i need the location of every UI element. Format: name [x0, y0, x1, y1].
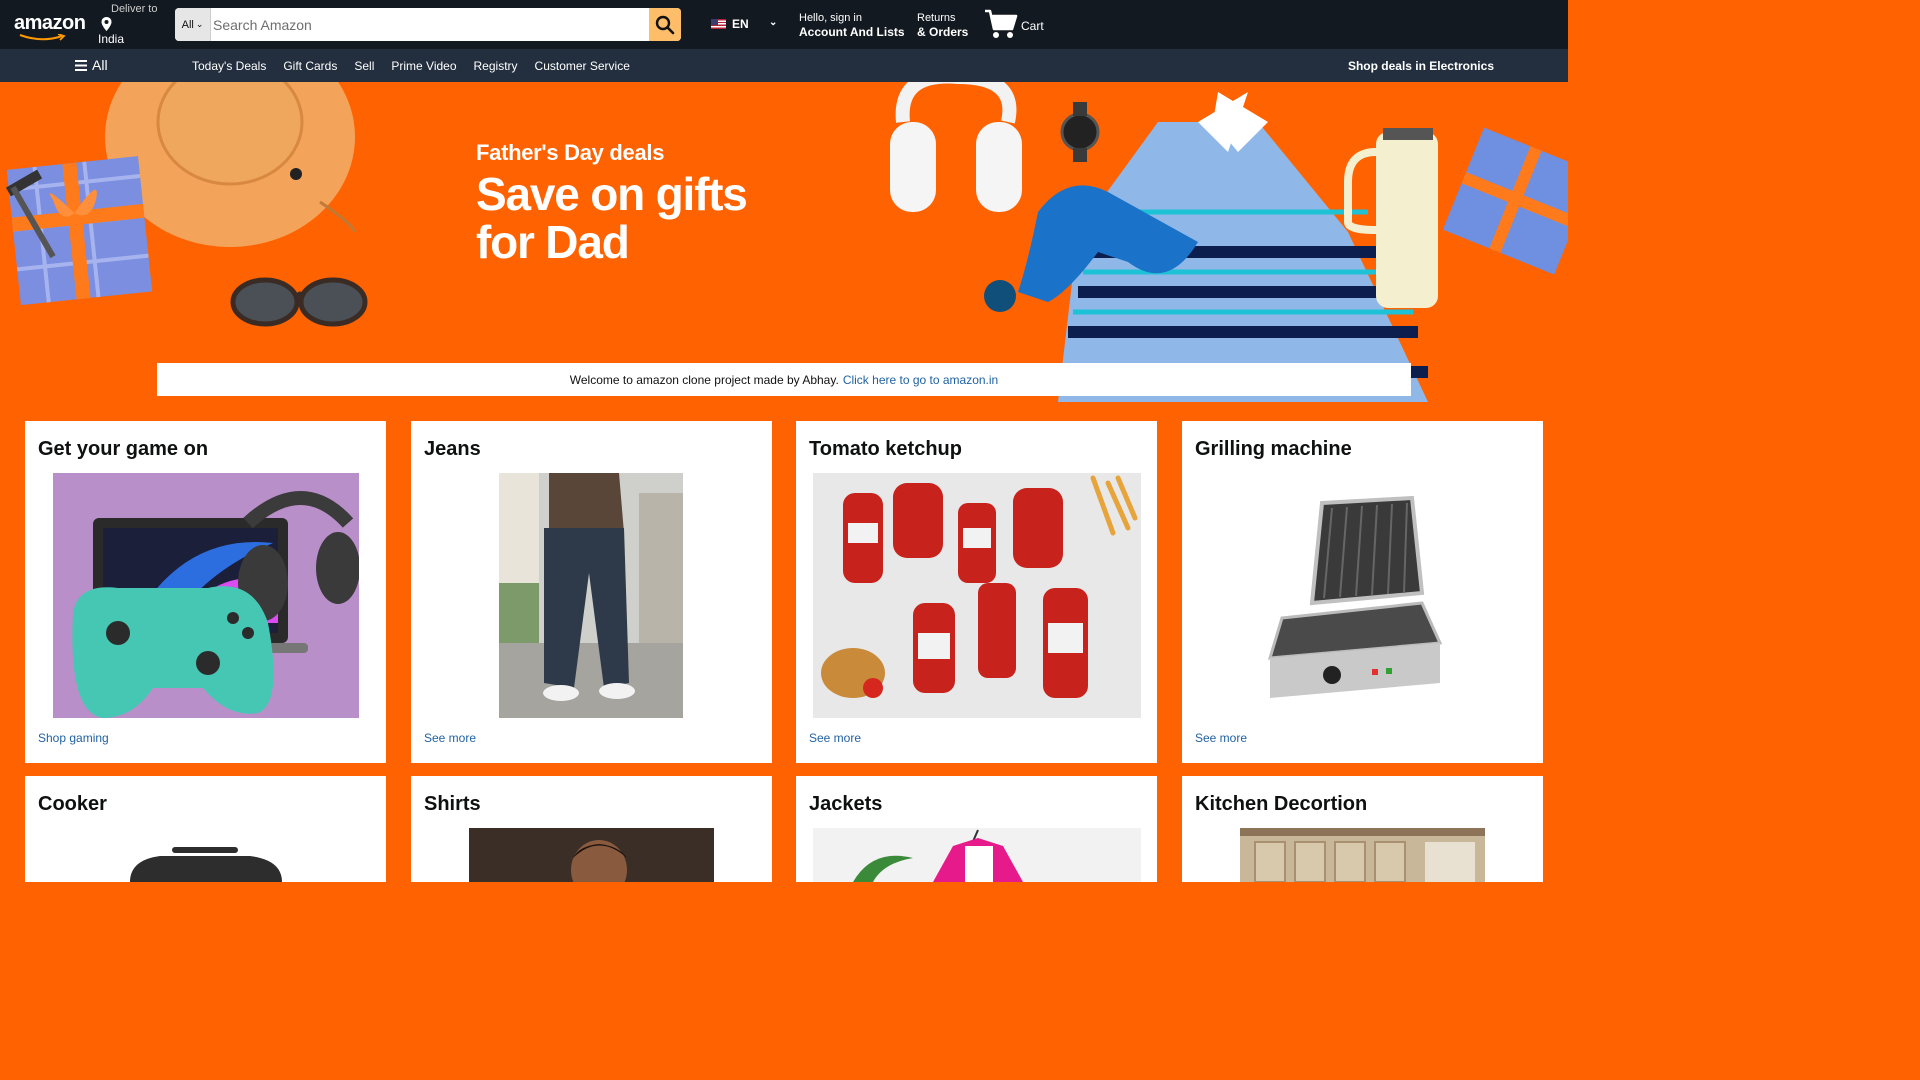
card-title: Grilling machine: [1195, 438, 1352, 460]
amazon-logo[interactable]: amazon: [14, 12, 86, 41]
returns-orders[interactable]: Returns & Orders: [917, 11, 968, 40]
account-label: Account And Lists: [799, 25, 905, 39]
account-menu[interactable]: Hello, sign in Account And Lists: [799, 11, 905, 40]
card-title: Jeans: [424, 438, 481, 460]
logo-text: amazon: [14, 12, 86, 34]
search-bar: All ⌄: [175, 8, 681, 41]
cart-icon: [985, 9, 1018, 38]
hero-gifts-left-image: [5, 82, 368, 327]
sub-nav: All Today's Deals Gift Cards Sell Prime …: [0, 49, 1568, 82]
us-flag-icon: [711, 19, 726, 29]
card-gaming-image[interactable]: [53, 473, 359, 718]
card-jeans-image[interactable]: [499, 473, 683, 718]
card-kitchen-image[interactable]: [1240, 828, 1485, 882]
card-ketchup-image[interactable]: [813, 473, 1141, 718]
card-title: Kitchen Decortion: [1195, 793, 1368, 815]
deliver-to[interactable]: Deliver to India: [98, 3, 158, 46]
hero-subtitle: Father's Day deals: [476, 140, 665, 165]
card-shirts-image[interactable]: [469, 828, 714, 882]
returns-label: Returns: [917, 12, 956, 24]
card-jeans[interactable]: Jeans See more: [411, 421, 772, 763]
subnav-link-registry[interactable]: Registry: [474, 59, 518, 73]
language-label: EN: [732, 17, 749, 31]
card-title: Shirts: [424, 793, 481, 815]
see-more-link[interactable]: See more: [809, 731, 861, 745]
subnav-link-customer-service[interactable]: Customer Service: [535, 59, 630, 73]
card-jackets-image[interactable]: [813, 828, 1141, 882]
card-grilling-machine[interactable]: Grilling machine See more: [1182, 421, 1543, 763]
card-title: Get your game on: [38, 438, 209, 460]
card-tomato-ketchup[interactable]: Tomato ketchup See more: [796, 421, 1157, 763]
card-shirts[interactable]: Shirts: [411, 776, 772, 882]
card-kitchen-decoration[interactable]: Kitchen Decortion: [1182, 776, 1543, 882]
location-pin-icon: [101, 17, 112, 31]
deliver-country: India: [98, 32, 125, 46]
account-greeting: Hello, sign in: [799, 12, 862, 24]
top-nav: amazon Deliver to India All ⌄ EN ⌄: [0, 0, 1568, 49]
search-icon: [655, 15, 675, 34]
all-menu-button[interactable]: All: [75, 57, 108, 73]
logo-smile-icon: [19, 34, 66, 41]
hero-title-line1: Save on gifts: [476, 168, 748, 220]
hamburger-icon: [75, 59, 87, 71]
search-category-select[interactable]: All ⌄: [175, 8, 211, 41]
card-jackets[interactable]: Jackets: [796, 776, 1157, 882]
welcome-text: Welcome to amazon clone project made by …: [569, 372, 839, 387]
amazon-in-link[interactable]: Click here to go to amazon.in: [843, 373, 998, 387]
cart-label: Cart: [1021, 19, 1044, 33]
search-input[interactable]: [211, 8, 649, 41]
search-button[interactable]: [649, 8, 681, 41]
language-selector[interactable]: EN ⌄: [711, 17, 777, 31]
card-title: Tomato ketchup: [809, 438, 962, 460]
hero-gifts-right-image: [890, 82, 1568, 402]
subnav-links: Today's Deals Gift Cards Sell Prime Vide…: [192, 59, 630, 73]
subnav-link-prime-video[interactable]: Prime Video: [391, 59, 456, 73]
cart-button[interactable]: Cart: [984, 8, 1044, 40]
subnav-link-gift-cards[interactable]: Gift Cards: [283, 59, 337, 73]
see-more-link[interactable]: See more: [424, 731, 476, 745]
see-more-link[interactable]: See more: [1195, 731, 1247, 745]
hero-banner[interactable]: Father's Day deals Save on gifts for Dad: [0, 82, 1568, 408]
electronics-promo-link[interactable]: Shop deals in Electronics: [1348, 59, 1494, 73]
hero-title-line2: for Dad: [476, 216, 630, 268]
subnav-link-todays-deals[interactable]: Today's Deals: [192, 59, 266, 73]
chevron-down-icon: ⌄: [769, 17, 778, 28]
card-title: Cooker: [38, 793, 107, 815]
card-grill-image[interactable]: [1262, 483, 1452, 713]
subnav-link-sell[interactable]: Sell: [354, 59, 374, 73]
chevron-down-icon: ⌄: [195, 19, 204, 29]
hero-title: Save on gifts for Dad: [476, 168, 748, 268]
shop-gaming-link[interactable]: Shop gaming: [38, 731, 109, 745]
card-cooker-image[interactable]: [120, 842, 290, 882]
card-gaming[interactable]: Get your game on Shop gaming: [25, 421, 386, 763]
welcome-banner: Welcome to amazon clone project made by …: [157, 363, 1411, 396]
card-cooker[interactable]: Cooker: [25, 776, 386, 882]
search-category-label: All: [181, 18, 194, 31]
all-label: All: [92, 57, 108, 73]
card-title: Jackets: [809, 793, 883, 815]
deliver-label: Deliver to: [111, 3, 158, 15]
orders-label: & Orders: [917, 25, 969, 39]
